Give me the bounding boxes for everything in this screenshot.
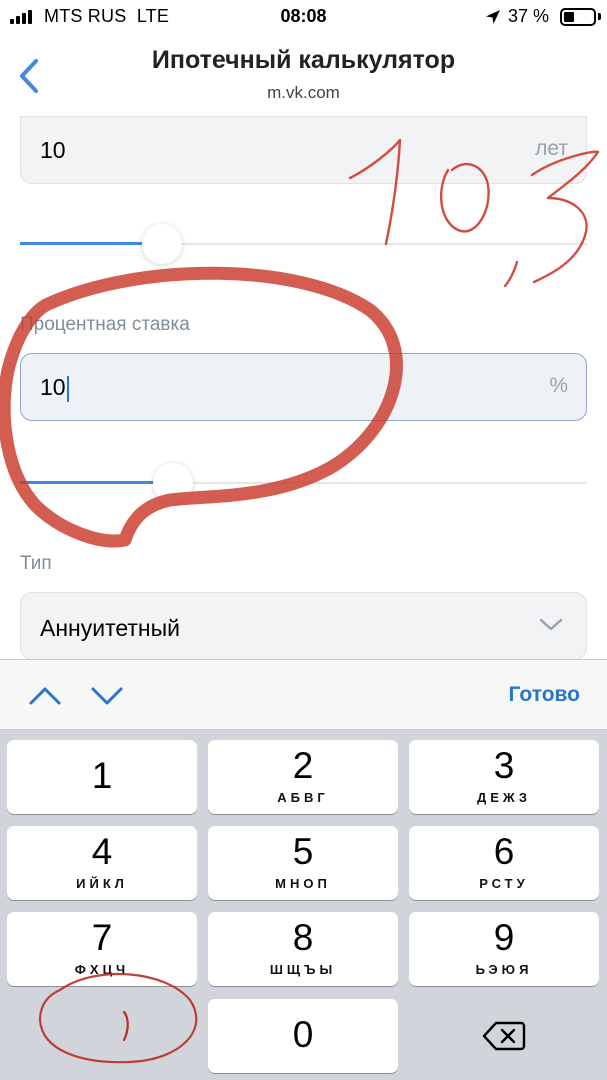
key-digit: 0 <box>292 1014 314 1055</box>
rate-input[interactable]: 10 % <box>20 353 587 421</box>
key-7[interactable]: 7 ФХЦЧ <box>7 912 197 986</box>
key-letters: ДЕЖЗ <box>477 790 531 805</box>
term-slider-fill <box>20 242 162 245</box>
key-2[interactable]: 2 АБВГ <box>208 740 398 814</box>
key-digit: 4 <box>91 831 113 872</box>
key-letters: ШЩЪЫ <box>269 962 337 977</box>
key-digit: 3 <box>493 745 515 786</box>
term-value: 10 <box>40 137 66 163</box>
annotation-comma <box>503 260 519 288</box>
type-value: Аннуитетный <box>40 615 181 641</box>
key-digit: 9 <box>493 917 515 958</box>
rate-value: 10 <box>40 374 69 402</box>
battery-icon <box>560 8 596 26</box>
key-digit: 6 <box>493 831 515 872</box>
term-unit: лет <box>535 137 568 160</box>
key-letters: МНОП <box>275 876 331 891</box>
key-5[interactable]: 5 МНОП <box>208 826 398 900</box>
term-input[interactable]: 10 лет <box>20 116 587 184</box>
key-letters: РСТУ <box>479 876 529 891</box>
key-digit: 1 <box>91 755 113 796</box>
text-cursor <box>66 375 69 402</box>
key-4[interactable]: 4 ИЙКЛ <box>7 826 197 900</box>
rate-label: Процентная ставка <box>20 314 190 335</box>
key-0[interactable]: 0 <box>208 999 398 1073</box>
done-button[interactable]: Готово <box>509 683 580 707</box>
keyboard-accessory-bar: Готово <box>0 659 607 730</box>
term-slider-thumb[interactable] <box>142 224 182 264</box>
location-arrow-icon <box>486 10 500 24</box>
key-letters: ФХЦЧ <box>74 962 130 977</box>
type-select[interactable]: Аннуитетный <box>20 592 587 660</box>
rate-unit: % <box>549 374 568 397</box>
page-url: m.vk.com <box>267 83 340 102</box>
chevron-down-icon[interactable] <box>90 682 124 710</box>
key-9[interactable]: 9 ЬЭЮЯ <box>409 912 599 986</box>
rate-slider-thumb[interactable] <box>153 463 193 503</box>
key-6[interactable]: 6 РСТУ <box>409 826 599 900</box>
key-digit: 7 <box>91 917 113 958</box>
key-letters: АБВГ <box>277 790 329 805</box>
chevron-down-icon <box>539 618 563 631</box>
chevron-up-icon[interactable] <box>28 682 62 710</box>
key-1[interactable]: 1 <box>7 740 197 814</box>
rate-slider-fill <box>20 481 173 484</box>
type-label: Тип <box>20 553 52 574</box>
key-letters: ЬЭЮЯ <box>475 962 533 977</box>
status-bar: MTS RUS LTE 08:08 37 % <box>0 0 607 36</box>
key-digit: 5 <box>292 831 314 872</box>
key-letters: ИЙКЛ <box>76 876 128 891</box>
term-slider[interactable] <box>20 224 587 264</box>
numeric-keyboard: Готово 1 2 АБВГ 3 ДЕЖЗ 4 ИЙКЛ 5 МНОП 6 Р… <box>0 659 607 1080</box>
rate-slider[interactable] <box>20 463 587 503</box>
backspace-icon <box>482 1021 526 1051</box>
key-3[interactable]: 3 ДЕЖЗ <box>409 740 599 814</box>
page-title: Ипотечный калькулятор <box>151 46 456 74</box>
delete-button[interactable] <box>409 999 599 1073</box>
battery-percent: 37 % <box>508 6 550 26</box>
key-digit: 8 <box>292 917 314 958</box>
key-8[interactable]: 8 ШЩЪЫ <box>208 912 398 986</box>
key-digit: 2 <box>292 745 314 786</box>
battery-tip <box>598 13 601 20</box>
